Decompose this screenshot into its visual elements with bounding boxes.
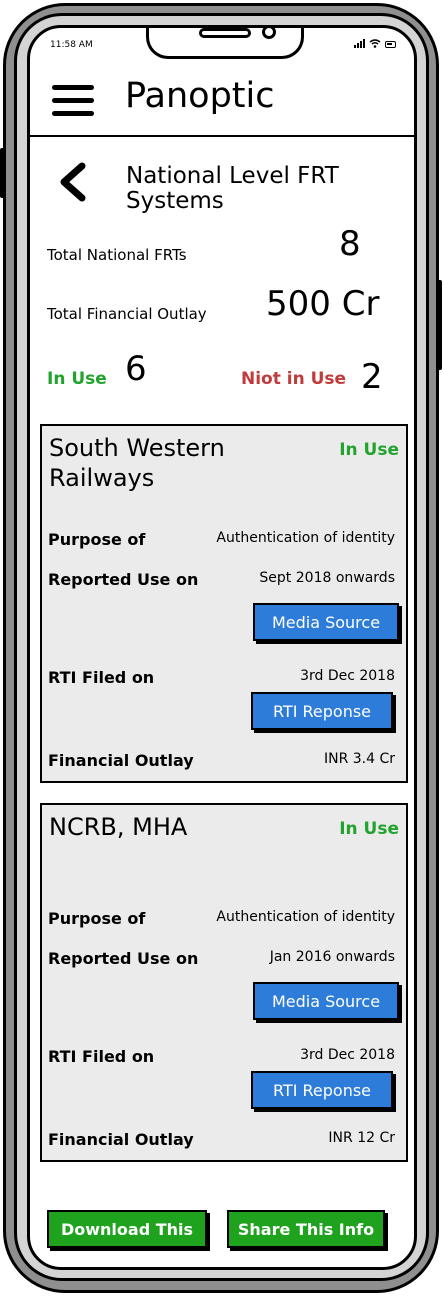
reported-use-value: Jan 2016 onwards xyxy=(269,949,395,965)
card-title: NCRB, MHA xyxy=(49,813,188,841)
signal-icon xyxy=(354,39,365,48)
hamburger-menu-icon[interactable] xyxy=(52,85,94,119)
purpose-label: Purpose of xyxy=(48,909,146,928)
wifi-icon xyxy=(369,39,381,48)
header-divider xyxy=(30,135,414,137)
rti-filed-value: 3rd Dec 2018 xyxy=(300,1047,395,1063)
frt-card: South Western Railways In Use Purpose of… xyxy=(40,424,408,783)
financial-outlay-label: Financial Outlay xyxy=(48,1130,194,1149)
total-outlay-value: 500 Cr xyxy=(266,284,380,324)
financial-outlay-label: Financial Outlay xyxy=(48,751,194,770)
frt-card: NCRB, MHA In Use Purpose of Authenticati… xyxy=(40,803,408,1162)
purpose-value: Authentication of identity xyxy=(216,909,395,925)
phone-screen: 11:58 AM Panoptic National Level FRT Sys… xyxy=(27,25,417,1270)
in-use-count: 6 xyxy=(125,349,147,389)
speaker-icon xyxy=(199,28,251,38)
in-use-label: In Use xyxy=(47,369,107,389)
page-title: National Level FRT Systems xyxy=(126,163,339,214)
battery-icon xyxy=(385,41,396,48)
card-status-badge: In Use xyxy=(339,440,399,460)
purpose-value: Authentication of identity xyxy=(216,530,395,546)
notch xyxy=(146,28,304,59)
reported-use-label: Reported Use on xyxy=(48,949,199,968)
side-button-left xyxy=(0,148,4,198)
card-status-badge: In Use xyxy=(339,819,399,839)
financial-outlay-value: INR 3.4 Cr xyxy=(323,751,395,767)
status-time: 11:58 AM xyxy=(50,40,93,50)
reported-use-label: Reported Use on xyxy=(48,570,199,589)
side-button-right xyxy=(437,280,442,370)
total-outlay-label: Total Financial Outlay xyxy=(47,305,207,323)
total-frts-value: 8 xyxy=(339,224,361,264)
status-icons xyxy=(354,39,396,48)
reported-use-value: Sept 2018 onwards xyxy=(259,570,395,586)
card-title: South Western Railways xyxy=(49,434,225,492)
media-source-button[interactable]: Media Source xyxy=(253,982,399,1020)
rti-filed-label: RTI Filed on xyxy=(48,1047,155,1066)
share-info-button[interactable]: Share This Info xyxy=(227,1210,385,1248)
rti-response-button[interactable]: RTI Reponse xyxy=(251,1071,393,1109)
rti-response-button[interactable]: RTI Reponse xyxy=(251,692,393,730)
purpose-label: Purpose of xyxy=(48,530,146,549)
financial-outlay-value: INR 12 Cr xyxy=(328,1130,395,1146)
chevron-left-icon[interactable] xyxy=(56,162,90,202)
download-button[interactable]: Download This xyxy=(47,1210,207,1248)
rti-filed-label: RTI Filed on xyxy=(48,668,155,687)
total-frts-label: Total National FRTs xyxy=(47,246,187,264)
not-in-use-count: 2 xyxy=(361,357,383,397)
camera-icon xyxy=(262,28,276,39)
not-in-use-label: Niot in Use xyxy=(241,369,347,389)
app-title: Panoptic xyxy=(125,76,275,116)
media-source-button[interactable]: Media Source xyxy=(253,603,399,641)
rti-filed-value: 3rd Dec 2018 xyxy=(300,668,395,684)
